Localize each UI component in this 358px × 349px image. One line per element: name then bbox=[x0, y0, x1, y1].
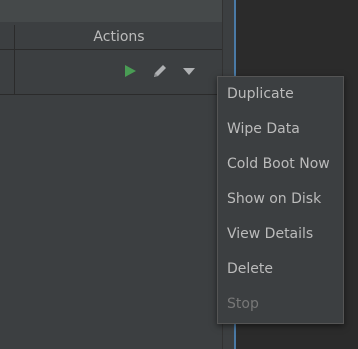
avd-manager-window: Actions Duplicate Wipe Data Cold Boot No… bbox=[0, 0, 358, 349]
panel-top-edge bbox=[0, 0, 236, 22]
column-divider bbox=[14, 25, 15, 49]
menu-item-cold-boot-now[interactable]: Cold Boot Now bbox=[218, 147, 343, 182]
menu-item-delete[interactable]: Delete bbox=[218, 252, 343, 287]
menu-item-show-on-disk[interactable]: Show on Disk bbox=[218, 182, 343, 217]
run-button[interactable] bbox=[119, 60, 141, 82]
device-table-panel: Actions bbox=[0, 0, 236, 349]
menu-item-duplicate[interactable]: Duplicate bbox=[218, 77, 343, 112]
dropdown-triangle-icon bbox=[183, 68, 195, 75]
menu-item-stop: Stop bbox=[227, 296, 259, 312]
play-icon bbox=[125, 65, 136, 77]
menu-item-wipe-data[interactable]: Wipe Data bbox=[218, 112, 343, 147]
menu-item-view-details[interactable]: View Details bbox=[218, 217, 343, 252]
column-divider bbox=[14, 50, 15, 94]
actions-column-header[interactable]: Actions bbox=[16, 25, 222, 49]
pencil-icon bbox=[154, 65, 166, 77]
more-actions-button[interactable] bbox=[178, 60, 200, 82]
row-actions-menu: Duplicate Wipe Data Cold Boot Now Show o… bbox=[217, 76, 344, 324]
edit-button[interactable] bbox=[149, 60, 171, 82]
